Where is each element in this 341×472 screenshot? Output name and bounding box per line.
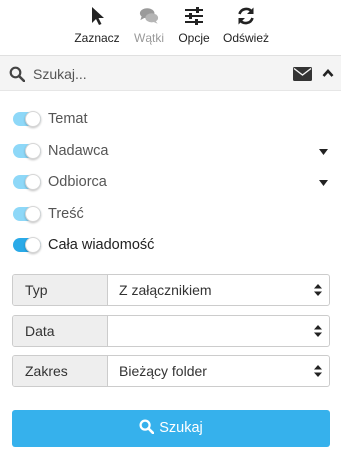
search-submit-label: Szukaj [159,420,203,436]
threads-button[interactable]: Wątki [130,0,168,54]
scope-select[interactable]: Bieżący folder [109,356,329,386]
date-filter[interactable]: Data [12,315,330,347]
search-icon [139,419,155,434]
toggle-row-recipient: Odbiorca [13,171,333,203]
type-filter[interactable]: Typ Z załącznikiem [12,274,330,306]
scope-filter[interactable]: Zakres Bieżący folder [12,355,330,387]
toggle-label: Treść [48,205,84,222]
toggle-whole-message[interactable] [13,237,41,253]
toggle-label: Nadawca [48,142,109,159]
select-button[interactable]: Zaznacz [72,0,122,54]
toggle-sender[interactable] [13,142,41,159]
filter-label: Typ [13,275,108,305]
search-input[interactable] [33,62,273,86]
toggle-row-sender: Nadawca [13,140,333,172]
search-bar [0,55,341,91]
toggle-body[interactable] [13,205,41,222]
toggle-recipient[interactable] [13,174,41,190]
sliders-icon [185,7,203,25]
toggle-label: Temat [48,111,88,127]
options-button[interactable]: Opcje [174,0,214,54]
select-arrows-icon [314,365,322,377]
search-submit-button[interactable]: Szukaj [12,410,330,447]
caret-down-icon[interactable] [319,180,328,186]
toolbar: Zaznacz Wątki Opcje Odśwież [0,0,341,54]
toggle-subject[interactable] [13,111,41,127]
cursor-icon [92,7,104,25]
envelope-icon[interactable] [293,67,312,81]
type-select[interactable]: Z załącznikiem [109,275,329,305]
toggle-row-subject: Temat [13,108,333,140]
toggle-label: Odbiorca [48,174,107,190]
refresh-icon [238,7,254,25]
chat-bubbles-icon [139,8,159,24]
toggle-row-body: Treść [13,203,333,235]
refresh-label: Odśwież [222,31,269,45]
select-arrows-icon [314,325,322,337]
search-icon [9,66,25,82]
options-label: Opcje [178,31,210,45]
search-fields-toggles: Temat Nadawca Odbiorca Treść Cała wiadom… [13,108,333,266]
caret-down-icon[interactable] [319,148,328,155]
threads-label: Wątki [134,31,164,45]
toggle-label: Cała wiadomość [48,237,155,253]
filter-label: Data [13,316,108,346]
chevron-up-icon[interactable] [322,68,334,78]
refresh-button[interactable]: Odśwież [220,0,272,54]
toggle-row-whole-message: Cała wiadomość [13,234,333,266]
select-arrows-icon [314,284,322,296]
select-label: Zaznacz [74,31,120,45]
filter-label: Zakres [13,356,108,386]
date-select[interactable] [109,316,329,346]
